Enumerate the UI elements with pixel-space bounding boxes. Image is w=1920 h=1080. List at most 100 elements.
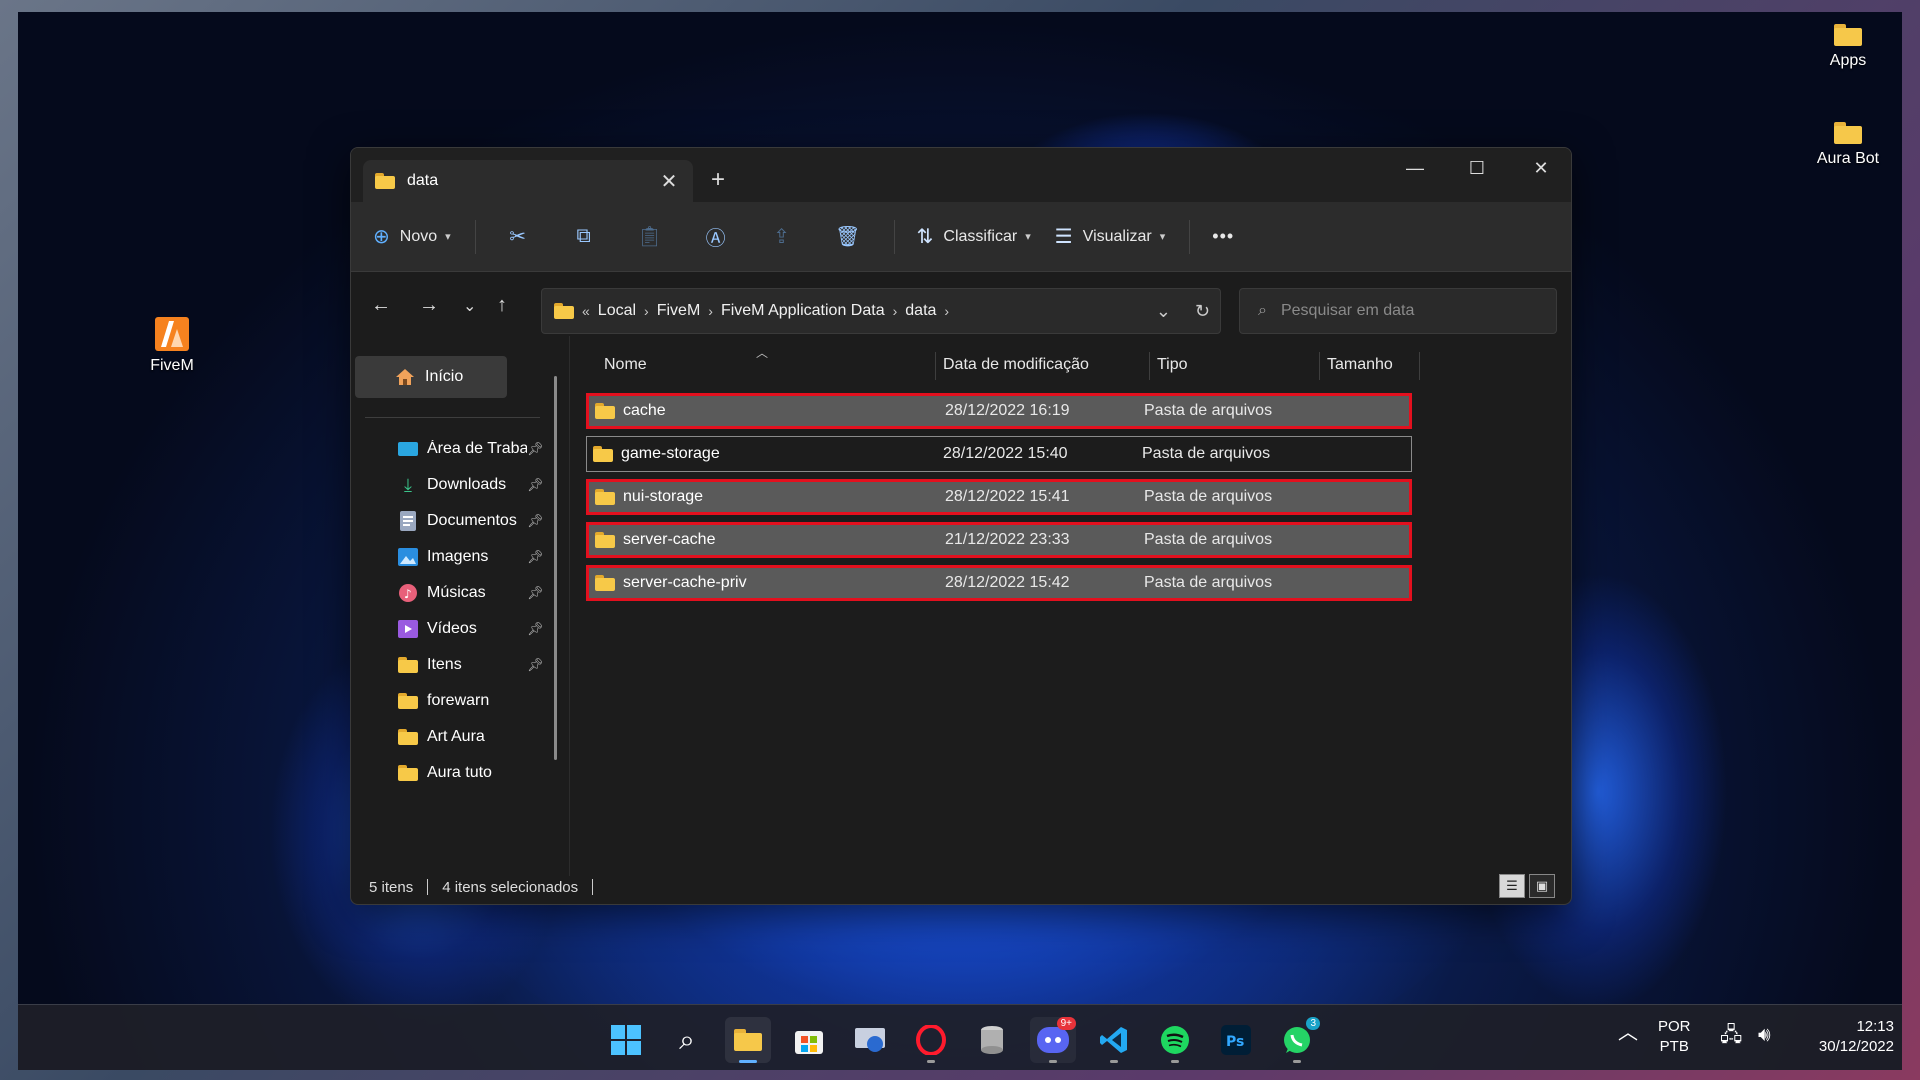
delete-button[interactable]: 🗑︎ [828,224,868,249]
sidebar-item-pictures[interactable]: Imagens 📌︎ [397,542,557,572]
search-input[interactable] [1280,302,1521,320]
search-icon: ⌕ [679,1023,695,1055]
file-row[interactable]: nui-storage 28/12/2022 15:41 Pasta de ar… [586,479,1412,515]
title-bar: data ✕ + — ☐ ✕ [351,148,1571,202]
sidebar-item-label: Área de Trabalho [427,440,527,457]
close-tab-icon[interactable]: ✕ [657,169,681,194]
column-header-type[interactable]: Tipo [1157,356,1188,374]
breadcrumb-item[interactable]: Local [598,302,636,320]
file-row[interactable]: game-storage 28/12/2022 15:40 Pasta de a… [586,436,1412,472]
tab-data[interactable]: data ✕ [363,160,693,202]
taskbar-spotify[interactable] [1152,1017,1198,1063]
more-options-button[interactable]: ••• [1212,226,1234,247]
network-icon[interactable]: 🖧︎ [1720,1025,1742,1045]
volume-icon[interactable]: 🔊︎ [1758,1025,1771,1045]
sidebar-scrollbar[interactable] [554,376,557,760]
taskbar-discord[interactable]: 9+ [1030,1017,1076,1063]
sidebar-item-documents[interactable]: Documentos 📌︎ [397,506,557,536]
breadcrumb-item[interactable]: FiveM Application Data [721,302,885,320]
column-header-modified[interactable]: Data de modificação [943,356,1089,374]
column-separator[interactable] [1319,352,1320,380]
trash-icon: 🗑︎ [834,226,861,248]
tab-title: data [407,172,439,189]
status-separator [427,879,429,895]
refresh-icon[interactable]: ↻ [1195,301,1210,322]
language-indicator[interactable]: POR PTB [1658,1017,1691,1057]
sidebar-item-itens[interactable]: Itens 📌︎ [397,650,557,680]
up-button[interactable]: ↑ [497,294,507,317]
maximize-button[interactable]: ☐ [1457,158,1497,179]
close-window-button[interactable]: ✕ [1521,158,1561,179]
sort-button[interactable]: ⇅ Classificar ▾ [917,224,1031,249]
copy-button[interactable]: ⧉ [564,225,604,248]
address-bar[interactable]: « Local › FiveM › FiveM Application Data… [541,288,1221,334]
paste-button[interactable]: 📋︎ [630,224,670,249]
breadcrumb-item[interactable]: data [905,302,936,320]
video-icon [397,620,419,638]
tiles-view-icon[interactable]: ▣ [1529,874,1555,898]
sidebar-item-aura-tuto[interactable]: Aura tuto [397,758,557,788]
taskbar-photoshop[interactable]: Ps [1213,1017,1259,1063]
new-button[interactable]: ⊕ Novo ▾ [373,224,451,249]
pin-icon: 📌︎ [527,441,544,456]
column-separator[interactable] [935,352,936,380]
sidebar-item-videos[interactable]: Vídeos 📌︎ [397,614,557,644]
file-row[interactable]: cache 28/12/2022 16:19 Pasta de arquivos [586,393,1412,429]
fivem-logo-icon [155,317,189,351]
sidebar-item-forewarn[interactable]: forewarn [397,686,557,716]
back-button[interactable]: ← [371,294,391,317]
desktop-icon-fivem[interactable]: FiveM [127,317,217,375]
start-button[interactable] [603,1017,649,1063]
rename-button[interactable]: Ⓐ [696,222,736,251]
sidebar-item-art-aura[interactable]: Art Aura [397,722,557,752]
file-row[interactable]: server-cache 21/12/2022 23:33 Pasta de a… [586,522,1412,558]
sidebar-item-home[interactable]: Início [355,356,507,398]
sidebar-item-downloads[interactable]: ⤓ Downloads 📌︎ [397,470,557,500]
recent-locations-button[interactable]: ⌄ [463,296,476,316]
pane-divider[interactable] [569,336,570,876]
column-header-name[interactable]: Nome [604,356,647,374]
address-dropdown-icon[interactable]: ⌄ [1156,301,1171,322]
chevron-right-icon[interactable]: › [893,303,898,319]
desktop-icon-aura-bot[interactable]: Aura Bot [1803,122,1893,168]
store-icon [795,1031,823,1054]
status-separator [592,879,594,895]
details-view-icon[interactable]: ☰ [1499,874,1525,898]
taskbar-store[interactable] [786,1017,832,1063]
column-header-size[interactable]: Tamanho [1327,356,1393,374]
taskbar-file-explorer[interactable] [725,1017,771,1063]
taskbar-app-remote[interactable] [847,1017,893,1063]
taskbar: ⌕ 9+ Ps 3 ︿ POR PTB 🖧︎ 🔊︎ 12:13 30/12/20… [18,1004,1902,1070]
search-box[interactable]: ⌕ [1239,288,1557,334]
folder-icon [397,765,419,781]
file-explorer-window: data ✕ + — ☐ ✕ ⊕ Novo ▾ ✂ ⧉ 📋︎ Ⓐ ⇪ 🗑︎ ⇅ … [350,147,1572,905]
taskbar-search-button[interactable]: ⌕ [664,1017,710,1063]
share-button[interactable]: ⇪ [762,224,802,249]
clock[interactable]: 12:13 30/12/2022 [1794,1017,1894,1057]
minimize-button[interactable]: — [1395,158,1435,179]
chevron-right-icon[interactable]: › [708,303,713,319]
cut-button[interactable]: ✂ [498,224,538,249]
sidebar-item-music[interactable]: ♪ Músicas 📌︎ [397,578,557,608]
desktop-icon-apps[interactable]: Apps [1803,24,1893,70]
new-tab-button[interactable]: + [711,166,725,194]
breadcrumb-item[interactable]: FiveM [657,302,701,320]
chevron-right-icon[interactable]: › [644,303,649,319]
taskbar-database[interactable] [969,1017,1015,1063]
show-hidden-icons-button[interactable]: ︿ [1618,1023,1638,1043]
taskbar-vscode[interactable] [1091,1017,1137,1063]
folder-icon [593,446,613,462]
column-separator[interactable] [1149,352,1150,380]
desktop-icon-label: Aura Bot [1816,150,1880,167]
desktop-icon-label: Apps [1829,52,1867,69]
taskbar-whatsapp[interactable]: 3 [1274,1017,1320,1063]
chevron-right-icon[interactable]: › [944,303,949,319]
taskbar-opera[interactable] [908,1017,954,1063]
overflow-icon[interactable]: « [582,303,590,319]
file-row[interactable]: server-cache-priv 28/12/2022 15:42 Pasta… [586,565,1412,601]
forward-button[interactable]: → [419,294,439,317]
column-separator[interactable] [1419,352,1420,380]
item-count: 5 itens [369,878,414,896]
sidebar-item-desktop[interactable]: Área de Trabalho 📌︎ [397,434,557,464]
view-button[interactable]: ☰ Visualizar ▾ [1055,224,1166,249]
